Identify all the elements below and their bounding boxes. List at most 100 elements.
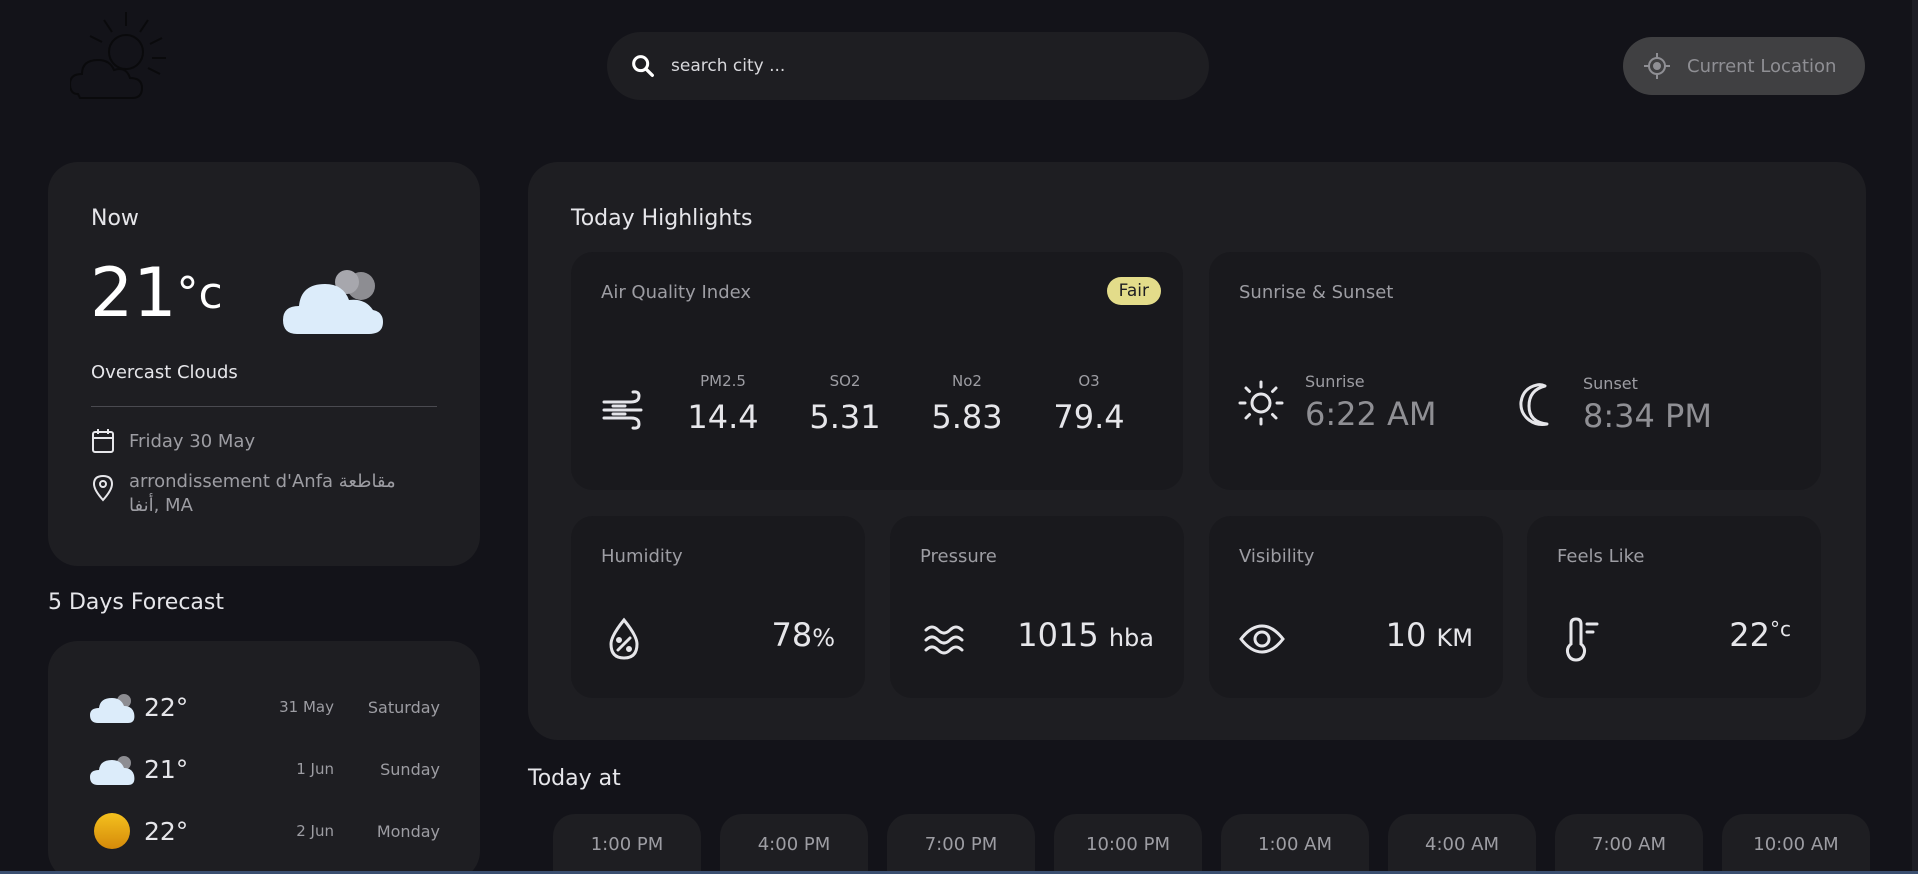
overcast-cloud-icon xyxy=(90,694,135,723)
humidity-drop-icon xyxy=(609,617,639,660)
feels-like-unit: °c xyxy=(1770,617,1791,641)
location-target-icon xyxy=(1644,53,1670,79)
hourly-item[interactable]: 4:00 PM xyxy=(720,814,868,874)
hourly-item[interactable]: 10:00 PM xyxy=(1054,814,1202,874)
sunrise-label: Sunrise xyxy=(1305,372,1365,391)
current-weather-card: Now 21°c Overcast Clouds Friday 30 May a… xyxy=(48,162,480,566)
forecast-day: Monday xyxy=(376,821,440,841)
search-input[interactable] xyxy=(671,56,1151,76)
visibility-number: 10 xyxy=(1385,616,1427,654)
visibility-card: Visibility 10 KM xyxy=(1209,516,1503,698)
air-quality-card: Air Quality Index Fair PM2.5 14.4 SO2 5.… xyxy=(571,252,1183,490)
forecast-row: 22° 2 Jun Monday xyxy=(90,809,440,853)
forecast-row: 21° 1 Jun Sunday xyxy=(90,747,440,791)
hourly-item[interactable]: 1:00 PM xyxy=(553,814,701,874)
visibility-label: Visibility xyxy=(1239,546,1315,567)
thermometer-icon xyxy=(1565,617,1599,662)
overcast-cloud-icon xyxy=(283,270,383,334)
today-at-title: Today at xyxy=(528,766,621,791)
pollutant-so2: SO2 5.31 xyxy=(795,372,895,436)
hourly-item[interactable]: 7:00 PM xyxy=(887,814,1035,874)
pollutant-no2: No2 5.83 xyxy=(917,372,1017,436)
humidity-value: 78% xyxy=(771,616,835,654)
current-location-button[interactable]: Current Location xyxy=(1623,37,1865,95)
sunset-time: 8:34 PM xyxy=(1583,397,1712,435)
sun-cloud-logo-icon xyxy=(70,12,166,99)
pollutant-name: O3 xyxy=(1078,372,1100,390)
pressure-number: 1015 xyxy=(1017,616,1099,654)
sun-icon xyxy=(1238,380,1284,425)
date-row: Friday 30 May xyxy=(91,428,255,454)
forecast-day: Saturday xyxy=(367,697,440,717)
pressure-waves-icon xyxy=(924,625,964,655)
moon-icon xyxy=(1519,382,1549,426)
forecast-temperature: 22° xyxy=(144,692,189,722)
pollutant-value: 79.4 xyxy=(1053,398,1125,436)
humidity-unit: % xyxy=(812,624,835,652)
today-highlights-card: Today Highlights Air Quality Index Fair … xyxy=(528,162,1866,740)
pressure-value: 1015 hba xyxy=(1017,616,1154,654)
scrollbar-track[interactable] xyxy=(1912,0,1918,874)
sunrise-time: 6:22 AM xyxy=(1305,395,1437,433)
location-row: arrondissement d'Anfa مقاطعة أنفا, MA xyxy=(91,470,419,519)
forecast-title: 5 Days Forecast xyxy=(48,590,224,615)
sun-icon xyxy=(94,813,130,849)
sunrise-item: Sunrise 6:22 AM xyxy=(1237,372,1437,433)
forecast-date: 31 May xyxy=(279,698,334,716)
sun-label: Sunrise & Sunset xyxy=(1239,282,1394,303)
visibility-unit: KM xyxy=(1436,624,1473,652)
hourly-item[interactable]: 4:00 AM xyxy=(1388,814,1536,874)
aqi-label: Air Quality Index xyxy=(601,282,752,303)
forecast-card: 22° 31 May Saturday 21° 1 Jun Sunday 22°… xyxy=(48,641,480,874)
forecast-date: 2 Jun xyxy=(296,822,334,840)
humidity-number: 78 xyxy=(771,616,813,654)
visibility-value: 10 KM xyxy=(1386,616,1473,654)
feels-like-label: Feels Like xyxy=(1557,546,1645,567)
pollutant-value: 5.31 xyxy=(809,398,881,436)
sunset-item: Sunset 8:34 PM xyxy=(1517,374,1712,435)
pollutant-name: No2 xyxy=(952,372,982,390)
temperature-value: 21 xyxy=(90,254,177,333)
pollutant-pm25: PM2.5 14.4 xyxy=(673,372,773,436)
pollutant-name: PM2.5 xyxy=(700,372,746,390)
pollutant-name: SO2 xyxy=(829,372,861,390)
temperature-unit: °c xyxy=(176,268,223,319)
pollutant-value: 5.83 xyxy=(931,398,1003,436)
hourly-item[interactable]: 1:00 AM xyxy=(1221,814,1369,874)
sunset-label: Sunset xyxy=(1583,374,1638,393)
aqi-status-badge: Fair xyxy=(1106,277,1161,305)
search-icon xyxy=(632,55,654,77)
humidity-card: Humidity 78% xyxy=(571,516,865,698)
eye-icon xyxy=(1239,624,1285,654)
wind-icon xyxy=(602,390,643,430)
forecast-day: Sunday xyxy=(380,759,440,779)
sunrise-sunset-card: Sunrise & Sunset Sunrise 6:22 AM Sunset … xyxy=(1209,252,1821,490)
forecast-temperature: 21° xyxy=(144,754,189,784)
pollutant-o3: O3 79.4 xyxy=(1039,372,1139,436)
divider xyxy=(91,406,437,407)
pressure-card: Pressure 1015 hba xyxy=(890,516,1184,698)
pollutant-value: 14.4 xyxy=(687,398,759,436)
weather-app: Current Location Now 21°c Overcast Cloud… xyxy=(0,0,1918,874)
hourly-item[interactable]: 7:00 AM xyxy=(1555,814,1703,874)
feels-like-number: 22 xyxy=(1729,616,1770,654)
location-pin-icon xyxy=(92,474,114,502)
pressure-unit: hba xyxy=(1108,624,1154,652)
calendar-icon xyxy=(92,429,114,453)
search-bar[interactable] xyxy=(607,32,1209,100)
forecast-temperature: 22° xyxy=(144,816,189,846)
current-date: Friday 30 May xyxy=(129,430,256,452)
forecast-date: 1 Jun xyxy=(296,760,334,778)
location-name: arrondissement d'Anfa مقاطعة أنفا, MA xyxy=(129,471,396,517)
forecast-row: 22° 31 May Saturday xyxy=(90,685,440,729)
weather-description: Overcast Clouds xyxy=(91,362,238,383)
highlights-title: Today Highlights xyxy=(571,206,753,231)
pressure-label: Pressure xyxy=(920,546,997,567)
hourly-item[interactable]: 10:00 AM xyxy=(1722,814,1870,874)
feels-like-value: 22°c xyxy=(1729,616,1791,654)
current-location-label: Current Location xyxy=(1687,55,1837,77)
overcast-cloud-icon xyxy=(90,756,135,785)
current-temperature: 21°c xyxy=(90,260,223,328)
humidity-label: Humidity xyxy=(601,546,683,567)
feels-like-card: Feels Like 22°c xyxy=(1527,516,1821,698)
